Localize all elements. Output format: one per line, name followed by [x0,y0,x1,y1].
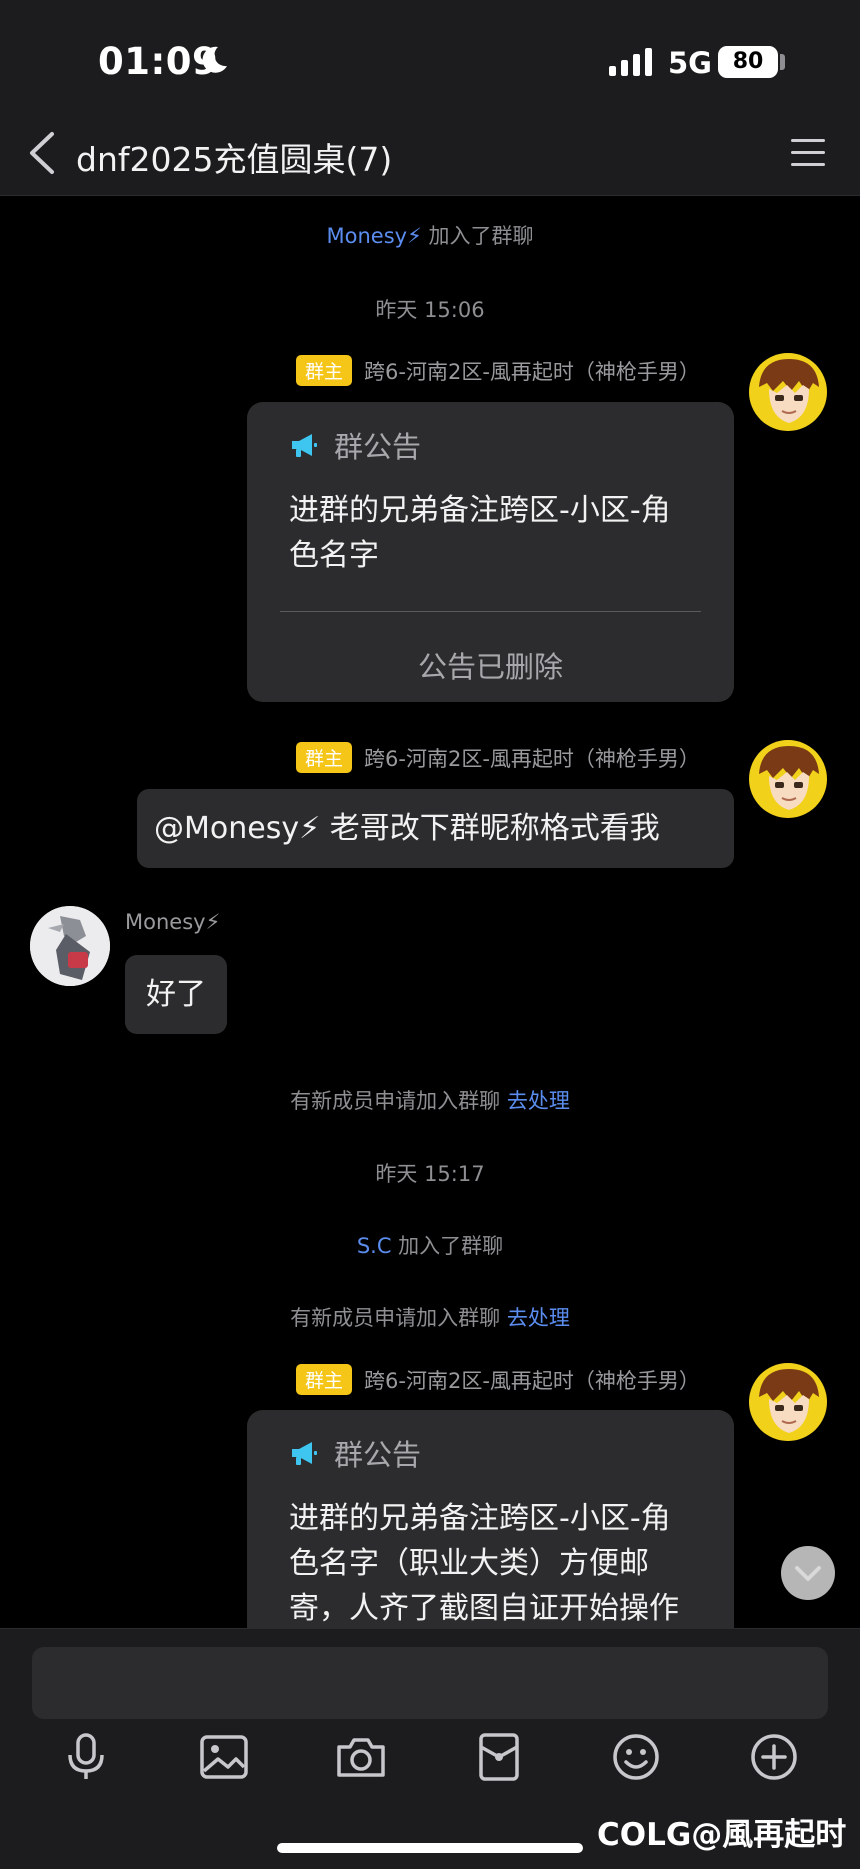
moon-icon [202,46,227,73]
sender-name: 跨6-河南2区-風再起时（神枪手男） [364,746,700,771]
notice-header: 群公告 [290,424,734,466]
notice-title: 群公告 [334,430,422,464]
avatar[interactable] [30,906,110,986]
join-request-text: 有新成员申请加入群聊 [290,1089,501,1113]
join-request-notice: 有新成员申请加入群聊 去处理 [0,1085,860,1115]
join-text: 加入了群聊 [428,224,534,248]
join-notice: Monesy⚡ 加入了群聊 [0,220,860,250]
watermark: COLG@風再起时 [597,1817,847,1853]
avatar[interactable] [749,1363,827,1441]
message-bubble[interactable]: @Monesy⚡ 老哥改下群昵称格式看我 [137,789,734,868]
home-indicator [277,1843,583,1853]
battery-level: 80 [718,46,778,78]
megaphone-icon [292,434,317,457]
owner-badge: 群主 [296,355,353,386]
megaphone-icon [292,1442,317,1465]
notice-text: 进群的兄弟备注跨区-小区-角色名字 [289,493,671,573]
message-bubble[interactable]: 好了 [125,955,227,1034]
join-request-text: 有新成员申请加入群聊 [290,1306,501,1330]
avatar[interactable] [749,353,827,431]
red-packet-icon[interactable] [473,1731,525,1783]
mic-icon[interactable] [60,1731,112,1783]
message-input[interactable] [32,1647,828,1719]
notice-header: 群公告 [290,1432,734,1474]
scroll-down-icon[interactable] [781,1546,835,1600]
notice-text: 进群的兄弟备注跨区-小区-角色名字（职业大类）方便邮寄，人齐了截图自证开始操作 [289,1501,679,1626]
battery-cap [780,54,785,70]
sender-name: 跨6-河南2区-風再起时（神枪手男） [364,1368,700,1393]
signal-icon [609,48,652,76]
handle-link[interactable]: 去处理 [507,1089,570,1113]
plus-icon[interactable] [748,1731,800,1783]
sender-meta: 群主 跨6-河南2区-風再起时（神枪手男） [296,1364,700,1395]
divider [280,611,701,612]
camera-icon[interactable] [335,1731,387,1783]
notice-deleted-label: 公告已删除 [417,650,563,684]
back-arrow-icon[interactable] [24,130,60,176]
sender-meta: 群主 跨6-河南2区-風再起时（神枪手男） [296,355,700,386]
notice-title: 群公告 [334,1438,422,1472]
network-type: 5G [668,46,712,80]
avatar[interactable] [749,740,827,818]
owner-badge: 群主 [296,1364,353,1395]
chat-title: dnf2025充值圆桌(7) [76,140,393,179]
timestamp: 昨天 15:17 [375,1162,485,1186]
timestamp: 昨天 15:06 [375,298,485,322]
sender-name: 跨6-河南2区-風再起时（神枪手男） [364,359,700,384]
joined-member-name[interactable]: S.C [357,1234,392,1258]
sender-meta: 群主 跨6-河南2区-風再起时（神枪手男） [296,742,700,773]
join-text: 加入了群聊 [398,1234,504,1258]
group-notice-card[interactable]: 群公告 进群的兄弟备注跨区-小区-角色名字 公告已删除 [247,402,734,702]
owner-badge: 群主 [296,742,353,773]
handle-link[interactable]: 去处理 [507,1306,570,1330]
join-request-notice: 有新成员申请加入群聊 去处理 [0,1302,860,1332]
image-icon[interactable] [198,1731,250,1783]
join-notice: S.C 加入了群聊 [0,1230,860,1260]
group-notice-card[interactable]: 群公告 进群的兄弟备注跨区-小区-角色名字（职业大类）方便邮寄，人齐了截图自证开… [247,1410,734,1650]
sender-name: Monesy⚡ [125,910,221,934]
input-area: COLG@風再起时 [0,1628,860,1869]
emoji-icon[interactable] [610,1731,662,1783]
menu-icon[interactable] [789,137,827,169]
top-bar: 01:09 5G 80 dnf2025充值圆桌(7) [0,0,860,196]
joined-member-name[interactable]: Monesy⚡ [327,224,422,248]
robot-avatar-icon [30,906,110,986]
